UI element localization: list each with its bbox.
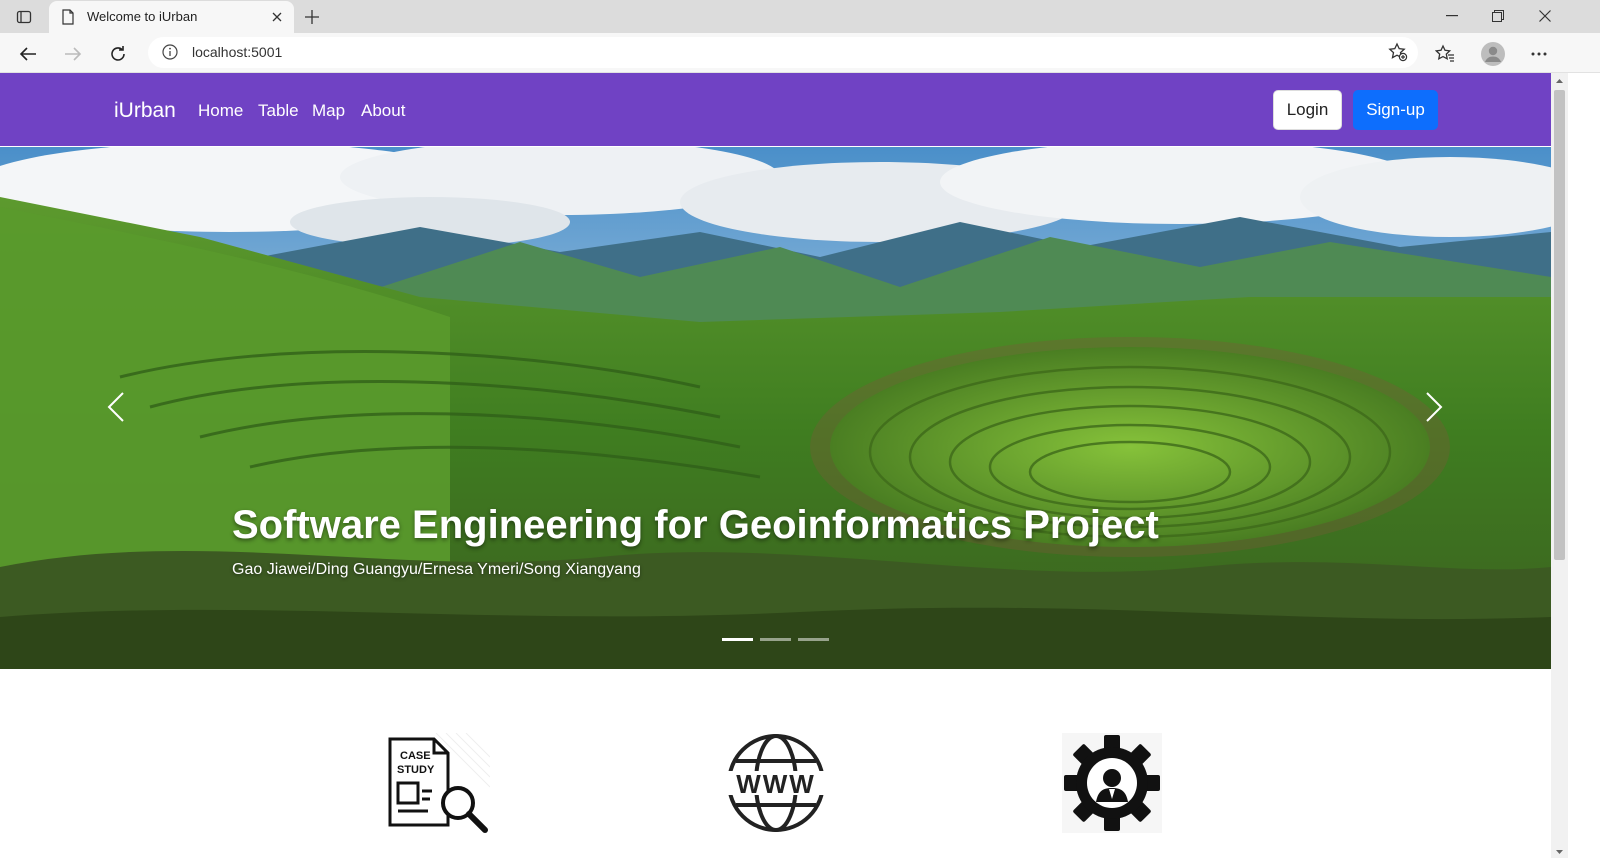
nav-link-table[interactable]: Table — [258, 101, 299, 121]
url-text: localhost:5001 — [192, 44, 283, 60]
address-bar[interactable]: localhost:5001 — [148, 37, 1418, 68]
close-window-icon[interactable] — [1530, 4, 1560, 28]
browser-toolbar: localhost:5001 — [0, 33, 1600, 73]
scroll-up-icon[interactable] — [1555, 77, 1564, 86]
browser-titlebar: Welcome to iUrban — [0, 0, 1600, 33]
refresh-icon[interactable] — [105, 41, 131, 67]
hero-carousel: Software Engineering for Geoinformatics … — [0, 147, 1551, 669]
browser-tab[interactable]: Welcome to iUrban — [49, 1, 294, 33]
www-label: WWW — [736, 769, 816, 799]
login-button[interactable]: Login — [1273, 90, 1342, 130]
back-arrow-icon[interactable] — [15, 41, 41, 67]
carousel-caption-title: Software Engineering for Geoinformatics … — [232, 503, 1159, 547]
gear-user-icon — [1062, 733, 1166, 833]
www-globe-icon: WWW — [726, 733, 830, 833]
page-scrollbar[interactable] — [1551, 73, 1568, 858]
brand-logo-text[interactable]: iUrban — [114, 99, 176, 123]
new-tab-icon[interactable] — [300, 5, 324, 29]
nav-link-map[interactable]: Map — [312, 101, 345, 121]
profile-avatar-icon[interactable] — [1479, 40, 1507, 68]
case-study-icon: CASE STUDY — [386, 732, 491, 833]
case-label: CASE — [400, 750, 431, 762]
scroll-down-icon[interactable] — [1555, 847, 1564, 856]
favorites-icon[interactable] — [1431, 40, 1459, 68]
site-navbar: iUrban Home Table Map About Login Sign-u… — [0, 73, 1551, 146]
tab-title: Welcome to iUrban — [87, 9, 198, 24]
carousel-caption-subtitle: Gao Jiawei/Ding Guangyu/Ernesa Ymeri/Son… — [232, 561, 641, 578]
nav-link-about[interactable]: About — [361, 101, 405, 121]
minimize-icon[interactable] — [1437, 4, 1467, 28]
carousel-indicators — [722, 638, 829, 641]
carousel-indicator-1[interactable] — [722, 638, 753, 641]
close-tab-icon[interactable] — [268, 8, 286, 26]
carousel-indicator-2[interactable] — [760, 638, 791, 641]
add-favorite-icon[interactable] — [1388, 42, 1408, 66]
forward-arrow-icon[interactable] — [60, 41, 86, 67]
tab-actions-icon[interactable] — [12, 6, 36, 28]
study-label: STUDY — [397, 764, 435, 776]
info-icon[interactable] — [162, 44, 178, 64]
page-viewport: iUrban Home Table Map About Login Sign-u… — [0, 73, 1551, 858]
carousel-next-icon[interactable] — [1414, 387, 1454, 427]
nav-link-home[interactable]: Home — [198, 101, 243, 121]
landscape-image — [0, 147, 1551, 669]
carousel-indicator-3[interactable] — [798, 638, 829, 641]
more-menu-icon[interactable] — [1525, 40, 1553, 68]
carousel-prev-icon[interactable] — [96, 387, 136, 427]
restore-icon[interactable] — [1483, 4, 1513, 28]
signup-button[interactable]: Sign-up — [1353, 90, 1438, 130]
scroll-thumb[interactable] — [1554, 90, 1565, 560]
page-icon — [61, 9, 75, 29]
